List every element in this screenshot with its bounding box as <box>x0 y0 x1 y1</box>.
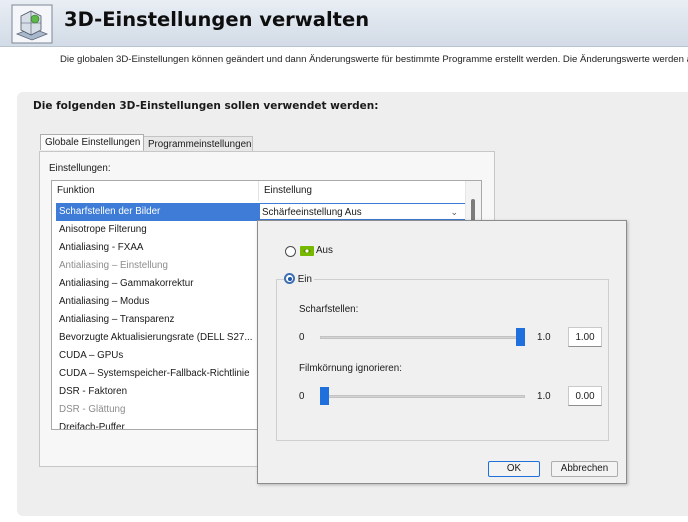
radio-off[interactable] <box>285 246 296 257</box>
list-item[interactable]: Antialiasing – Transparenz <box>56 311 259 329</box>
setting-value-dropdown[interactable]: Schärfeeinstellung Aus ⌄ <box>259 203 466 220</box>
radio-on[interactable] <box>284 273 295 284</box>
header-banner: 3D-Einstellungen verwalten <box>0 0 688 47</box>
option-on-row[interactable]: Ein <box>284 273 314 286</box>
list-item[interactable]: Dreifach-Puffer <box>56 419 259 429</box>
grain-slider-track[interactable] <box>320 395 525 398</box>
page-title: 3D-Einstellungen verwalten <box>64 8 370 31</box>
setting-value-text: Schärfeeinstellung Aus <box>262 207 362 218</box>
list-item[interactable]: Antialiasing - FXAA <box>56 239 259 257</box>
column-header-function[interactable]: Funktion <box>52 181 259 201</box>
list-item[interactable]: Antialiasing – Einstellung <box>56 257 259 275</box>
grain-value-field[interactable]: 0.00 <box>568 386 602 406</box>
list-item[interactable]: DSR - Faktoren <box>56 383 259 401</box>
settings-label: Einstellungen: <box>49 163 111 174</box>
sharpening-popup: Aus Ein Scharfstellen: 0 1.0 1.00 Filmkö… <box>257 220 627 484</box>
list-item[interactable]: Antialiasing – Modus <box>56 293 259 311</box>
list-item[interactable]: Anisotrope Filterung <box>56 221 259 239</box>
option-on-label[interactable]: Ein <box>298 274 312 285</box>
section-title: Die folgenden 3D-Einstellungen sollen ve… <box>33 100 379 112</box>
page-description: Die globalen 3D-Einstellungen können geä… <box>60 54 688 65</box>
cancel-button[interactable]: Abbrechen <box>551 461 618 477</box>
list-item[interactable]: Antialiasing – Gammakorrektur <box>56 275 259 293</box>
ok-button[interactable]: OK <box>488 461 540 477</box>
tab-global-settings[interactable]: Globale Einstellungen <box>40 134 144 150</box>
list-item[interactable]: DSR - Glättung <box>56 401 259 419</box>
sharpen-label: Scharfstellen: <box>299 304 359 315</box>
sharpen-slider-track[interactable] <box>320 336 525 339</box>
chevron-down-icon: ⌄ <box>450 207 458 217</box>
sharpen-max-label: 1.0 <box>537 332 551 343</box>
column-header-setting[interactable]: Einstellung <box>259 181 465 201</box>
grain-label: Filmkörnung ignorieren: <box>299 363 402 374</box>
sharpen-min-label: 0 <box>299 332 305 343</box>
list-item[interactable]: Scharfstellen der Bilder <box>56 203 259 221</box>
nvidia-logo-icon <box>300 246 314 256</box>
grain-max-label: 1.0 <box>537 391 551 402</box>
list-item[interactable]: Bevorzugte Aktualisierungsrate (DELL S27… <box>56 329 259 347</box>
option-off-label[interactable]: Aus <box>316 245 333 256</box>
tab-program-settings[interactable]: Programmeinstellungen <box>143 136 253 152</box>
sharpen-slider-thumb[interactable] <box>516 328 525 346</box>
3d-settings-icon <box>11 4 53 44</box>
grain-slider-thumb[interactable] <box>320 387 329 405</box>
sharpen-value-field[interactable]: 1.00 <box>568 327 602 347</box>
list-item[interactable]: CUDA – GPUs <box>56 347 259 365</box>
list-item[interactable]: CUDA – Systemspeicher-Fallback-Richtlini… <box>56 365 259 383</box>
grain-min-label: 0 <box>299 391 305 402</box>
